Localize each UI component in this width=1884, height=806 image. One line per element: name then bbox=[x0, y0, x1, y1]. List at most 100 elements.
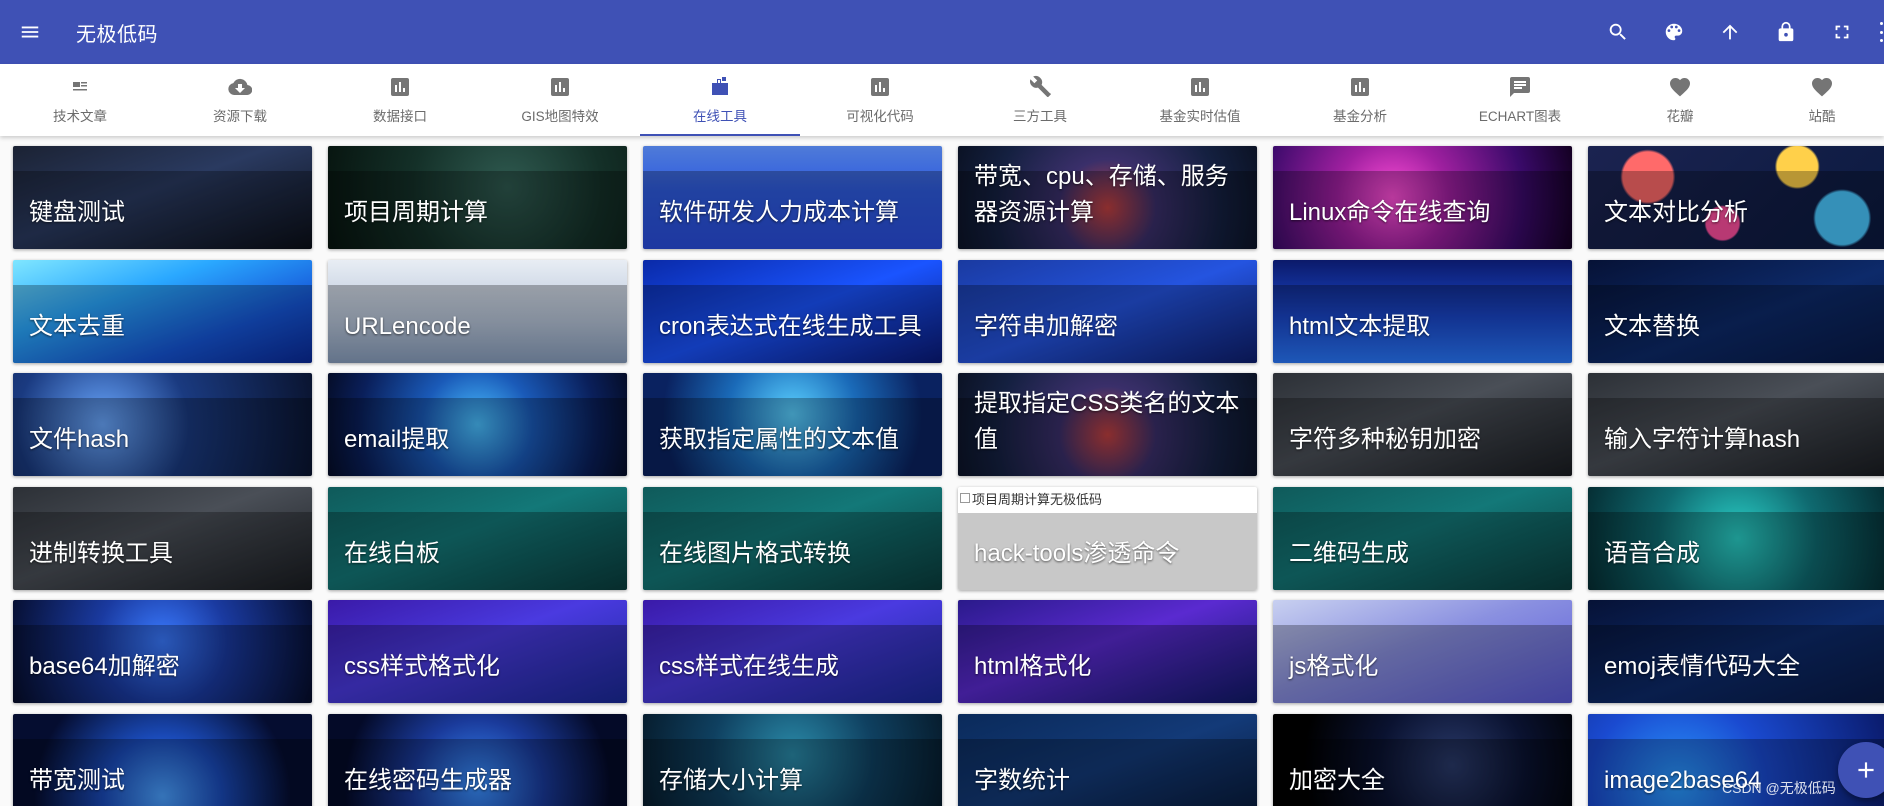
tab-label: 三方工具 bbox=[1013, 109, 1067, 124]
tool-card[interactable]: 在线图片格式转换 bbox=[643, 486, 942, 590]
tool-card[interactable]: cron表达式在线生成工具 bbox=[643, 259, 942, 363]
tool-card[interactable]: 提取指定CSS类名的文本值 bbox=[958, 373, 1257, 476]
tool-card-title: 提取指定CSS类名的文本值 bbox=[974, 390, 1240, 453]
menu-icon[interactable] bbox=[0, 0, 60, 64]
tool-card[interactable]: 项目周期计算 bbox=[328, 146, 627, 249]
tool-card[interactable]: js格式化 bbox=[1273, 600, 1572, 703]
arrow-up-icon[interactable] bbox=[1702, 0, 1758, 64]
tool-card-title: cron表达式在线生成工具 bbox=[659, 312, 922, 340]
tool-card[interactable]: 文本去重 bbox=[13, 259, 312, 363]
tab-12[interactable]: 站酷 bbox=[1760, 64, 1884, 136]
tab-4[interactable]: GIS地图特效 bbox=[480, 64, 640, 136]
app-bar: 无极低码 bbox=[0, 0, 1884, 64]
tool-card[interactable]: 带宽、cpu、存储、服务器资源计算 bbox=[958, 146, 1257, 249]
tool-card-title: 带宽、cpu、存储、服务器资源计算 bbox=[974, 163, 1229, 226]
tab-label: 技术文章 bbox=[53, 109, 107, 124]
tool-card[interactable]: base64加解密 bbox=[13, 600, 312, 703]
tab-label: ECHART图表 bbox=[1478, 109, 1562, 124]
tool-card[interactable]: 输入字符计算hash bbox=[1588, 373, 1884, 476]
fullscreen-icon[interactable] bbox=[1814, 0, 1870, 64]
tool-card-title: 在线密码生成器 bbox=[344, 766, 512, 794]
tool-card[interactable]: 文本替换 bbox=[1588, 259, 1884, 363]
tool-card[interactable]: css样式在线生成 bbox=[643, 600, 942, 703]
tool-card[interactable]: 字符串加解密 bbox=[958, 259, 1257, 363]
tool-card-title: css样式在线生成 bbox=[659, 653, 839, 680]
tool-card-title: 文本对比分析 bbox=[1604, 199, 1748, 226]
plus-icon bbox=[1858, 762, 1874, 778]
heart-icon bbox=[1811, 77, 1833, 97]
tool-card[interactable]: 项目周期计算无极低码 hack-tools渗透命令 bbox=[958, 486, 1257, 590]
app-actions bbox=[1590, 0, 1870, 64]
tool-card[interactable]: 加密大全 bbox=[1273, 713, 1572, 806]
tool-card-title: 文本去重 bbox=[29, 312, 125, 340]
tool-card[interactable]: 字数统计 bbox=[958, 713, 1257, 806]
tool-card[interactable]: 文本对比分析 bbox=[1588, 146, 1884, 249]
tool-card[interactable]: 在线白板 bbox=[328, 486, 627, 590]
tab-5[interactable]: 在线工具 bbox=[640, 64, 800, 136]
comment-icon bbox=[1510, 77, 1530, 97]
tab-label: 基金实时估值 bbox=[1159, 109, 1241, 124]
tool-card-title: 文本替换 bbox=[1604, 312, 1700, 340]
article-icon bbox=[73, 82, 87, 91]
tool-card[interactable]: 语音合成 bbox=[1588, 486, 1884, 590]
tool-card-title: js格式化 bbox=[1289, 653, 1379, 680]
tool-card-title: 文件hash bbox=[29, 426, 130, 453]
tool-card-title: hack-tools渗透命令 bbox=[974, 539, 1180, 567]
tool-card-title: 项目周期计算 bbox=[344, 199, 488, 226]
heart-icon bbox=[1669, 77, 1691, 97]
tool-card-title: emoj表情代码大全 bbox=[1604, 653, 1801, 680]
tool-card-title: html格式化 bbox=[974, 653, 1092, 680]
tab-7[interactable]: 三方工具 bbox=[960, 64, 1120, 136]
tool-card-title: 字数统计 bbox=[974, 766, 1070, 794]
tool-card[interactable]: email提取 bbox=[328, 373, 627, 476]
tool-card-title: 输入字符计算hash bbox=[1604, 426, 1801, 453]
tab-label: 数据接口 bbox=[373, 109, 427, 124]
tool-card[interactable]: URLencode bbox=[328, 259, 627, 363]
tool-card[interactable]: 键盘测试 bbox=[13, 146, 312, 249]
tool-card[interactable]: 二维码生成 bbox=[1273, 486, 1572, 590]
toolbox-icon bbox=[712, 77, 728, 95]
bar-chart-icon bbox=[1351, 78, 1369, 96]
bar-chart-icon bbox=[551, 78, 569, 96]
tool-card[interactable]: emoj表情代码大全 bbox=[1588, 600, 1884, 703]
tab-11[interactable]: 花瓣 bbox=[1600, 64, 1760, 136]
tab-6[interactable]: 可视化代码 bbox=[800, 64, 960, 136]
tab-9[interactable]: 基金分析 bbox=[1280, 64, 1440, 136]
tool-card-title: base64加解密 bbox=[29, 653, 180, 680]
tool-card[interactable]: 文件hash bbox=[13, 373, 312, 476]
lock-icon[interactable] bbox=[1758, 0, 1814, 64]
tab-label: 可视化代码 bbox=[846, 109, 914, 124]
tool-card[interactable]: Linux命令在线查询 bbox=[1273, 146, 1572, 249]
tab-label: 在线工具 bbox=[693, 109, 747, 124]
tab-10[interactable]: ECHART图表 bbox=[1440, 64, 1600, 136]
more-vert-icon[interactable] bbox=[1880, 22, 1884, 42]
tab-1[interactable]: 技术文章 bbox=[0, 64, 160, 136]
tool-card[interactable]: 获取指定属性的文本值 bbox=[643, 373, 942, 476]
tool-card-title: css样式格式化 bbox=[344, 653, 500, 680]
tab-label: GIS地图特效 bbox=[521, 109, 599, 124]
tab-3[interactable]: 数据接口 bbox=[320, 64, 480, 136]
search-icon[interactable] bbox=[1590, 0, 1646, 64]
tool-card-title: 字符串加解密 bbox=[974, 312, 1118, 340]
bar-chart-icon bbox=[1191, 78, 1209, 96]
watermark: CSDN @无极低码 bbox=[1722, 780, 1836, 796]
tab-8[interactable]: 基金实时估值 bbox=[1120, 64, 1280, 136]
broken-image-alt: 项目周期计算无极低码 bbox=[960, 489, 1102, 508]
tool-card-title: 存储大小计算 bbox=[659, 766, 803, 794]
tool-card[interactable]: 存储大小计算 bbox=[643, 713, 942, 806]
palette-icon[interactable] bbox=[1646, 0, 1702, 64]
tool-card[interactable]: 带宽测试 bbox=[13, 713, 312, 806]
tool-card-title: 语音合成 bbox=[1604, 539, 1700, 567]
tool-card[interactable]: 在线密码生成器 bbox=[328, 713, 627, 806]
category-tabs: 技术文章 资源下载 数据接口 GIS地图特效 在线工具 可视化代码 三方工具 基金实时估值 基金… bbox=[0, 64, 1884, 136]
tool-card-title: Linux命令在线查询 bbox=[1289, 199, 1491, 226]
tool-card[interactable]: html格式化 bbox=[958, 600, 1257, 703]
tab-2[interactable]: 资源下载 bbox=[160, 64, 320, 136]
tool-card[interactable]: html文本提取 bbox=[1273, 259, 1572, 363]
tool-card-title: 软件研发人力成本计算 bbox=[659, 199, 899, 226]
tool-card[interactable]: 进制转换工具 bbox=[13, 486, 312, 590]
tool-card[interactable]: 软件研发人力成本计算 bbox=[643, 146, 942, 249]
tool-card[interactable]: 字符多种秘钥加密 bbox=[1273, 373, 1572, 476]
tool-card[interactable]: css样式格式化 bbox=[328, 600, 627, 703]
wrench-icon bbox=[1030, 75, 1051, 97]
